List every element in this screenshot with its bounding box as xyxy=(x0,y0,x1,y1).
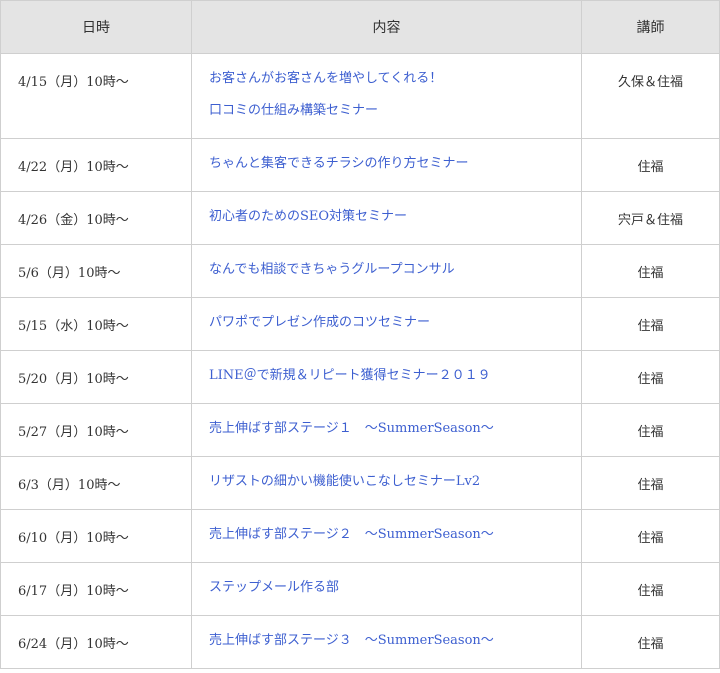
seminar-title-link[interactable]: なんでも相談できちゃうグループコンサル xyxy=(209,262,581,278)
table-row: 5/20（月）10時〜 LINE＠で新規＆リピート獲得セミナー２０１９ 住福 xyxy=(0,350,720,404)
table-row: 4/22（月）10時〜 ちゃんと集客できるチラシの作り方セミナー 住福 xyxy=(0,138,720,192)
row-lecturer: 住福 xyxy=(581,456,720,510)
row-content[interactable]: パワポでプレゼン作成のコツセミナー xyxy=(191,297,582,351)
seminar-title-link[interactable]: お客さんがお客さんを増やしてくれる！ xyxy=(209,71,581,87)
table-row: 6/3（月）10時〜 リザストの細かい機能使いこなしセミナーLv2 住福 xyxy=(0,456,720,510)
table-header-row: 日時 内容 講師 xyxy=(0,0,720,54)
header-date: 日時 xyxy=(0,0,192,54)
row-content[interactable]: LINE＠で新規＆リピート獲得セミナー２０１９ xyxy=(191,350,582,404)
row-date: 6/10（月）10時〜 xyxy=(0,509,192,563)
row-content[interactable]: ちゃんと集客できるチラシの作り方セミナー xyxy=(191,138,582,192)
row-lecturer: 住福 xyxy=(581,350,720,404)
header-lecturer: 講師 xyxy=(581,0,720,54)
row-date: 4/26（金）10時〜 xyxy=(0,191,192,245)
row-lecturer: 住福 xyxy=(581,244,720,298)
seminar-title-link[interactable]: 口コミの仕組み構築セミナー xyxy=(209,103,581,119)
row-date: 5/20（月）10時〜 xyxy=(0,350,192,404)
row-lecturer: 久保＆住福 xyxy=(581,53,720,139)
seminar-title-link[interactable]: 売上伸ばす部ステージ３ 〜SummerSeason〜 xyxy=(209,633,581,649)
table-row: 6/17（月）10時〜 ステップメール作る部 住福 xyxy=(0,562,720,616)
seminar-title-link[interactable]: パワポでプレゼン作成のコツセミナー xyxy=(209,315,581,331)
seminar-title-link[interactable]: 売上伸ばす部ステージ２ 〜SummerSeason〜 xyxy=(209,527,581,543)
seminar-title-link[interactable]: LINE＠で新規＆リピート獲得セミナー２０１９ xyxy=(209,368,581,384)
seminar-schedule-table: 日時 内容 講師 4/15（月）10時〜 お客さんがお客さんを増やしてくれる！ 口コ… xyxy=(0,0,720,669)
row-lecturer: 住福 xyxy=(581,297,720,351)
row-lecturer: 住福 xyxy=(581,138,720,192)
row-content[interactable]: リザストの細かい機能使いこなしセミナーLv2 xyxy=(191,456,582,510)
row-lecturer: 住福 xyxy=(581,562,720,616)
row-date: 4/15（月）10時〜 xyxy=(0,53,192,139)
table-row: 6/10（月）10時〜 売上伸ばす部ステージ２ 〜SummerSeason〜 住福 xyxy=(0,509,720,563)
row-lecturer: 住福 xyxy=(581,403,720,457)
row-date: 6/3（月）10時〜 xyxy=(0,456,192,510)
seminar-title-link[interactable]: ちゃんと集客できるチラシの作り方セミナー xyxy=(209,156,581,172)
row-content[interactable]: 売上伸ばす部ステージ２ 〜SummerSeason〜 xyxy=(191,509,582,563)
row-date: 4/22（月）10時〜 xyxy=(0,138,192,192)
table-row: 4/15（月）10時〜 お客さんがお客さんを増やしてくれる！ 口コミの仕組み構築セミ… xyxy=(0,53,720,139)
row-content[interactable]: 売上伸ばす部ステージ１ 〜SummerSeason〜 xyxy=(191,403,582,457)
row-content[interactable]: なんでも相談できちゃうグループコンサル xyxy=(191,244,582,298)
row-content[interactable]: お客さんがお客さんを増やしてくれる！ 口コミの仕組み構築セミナー xyxy=(191,53,582,139)
seminar-title-link[interactable]: 初心者のためのSEO対策セミナー xyxy=(209,209,581,225)
row-content[interactable]: ステップメール作る部 xyxy=(191,562,582,616)
row-lecturer: 住福 xyxy=(581,509,720,563)
row-lecturer: 住福 xyxy=(581,615,720,669)
seminar-title-link[interactable]: 売上伸ばす部ステージ１ 〜SummerSeason〜 xyxy=(209,421,581,437)
schedule-body: 4/15（月）10時〜 お客さんがお客さんを増やしてくれる！ 口コミの仕組み構築セミ… xyxy=(0,53,720,669)
row-lecturer: 宍戸＆住福 xyxy=(581,191,720,245)
row-content[interactable]: 初心者のためのSEO対策セミナー xyxy=(191,191,582,245)
table-row: 5/15（水）10時〜 パワポでプレゼン作成のコツセミナー 住福 xyxy=(0,297,720,351)
row-date: 5/15（水）10時〜 xyxy=(0,297,192,351)
row-date: 5/27（月）10時〜 xyxy=(0,403,192,457)
table-row: 5/6（月）10時〜 なんでも相談できちゃうグループコンサル 住福 xyxy=(0,244,720,298)
table-row: 6/24（月）10時〜 売上伸ばす部ステージ３ 〜SummerSeason〜 住福 xyxy=(0,615,720,669)
table-row: 4/26（金）10時〜 初心者のためのSEO対策セミナー 宍戸＆住福 xyxy=(0,191,720,245)
row-content[interactable]: 売上伸ばす部ステージ３ 〜SummerSeason〜 xyxy=(191,615,582,669)
row-date: 6/24（月）10時〜 xyxy=(0,615,192,669)
row-date: 5/6（月）10時〜 xyxy=(0,244,192,298)
table-row: 5/27（月）10時〜 売上伸ばす部ステージ１ 〜SummerSeason〜 住福 xyxy=(0,403,720,457)
seminar-title-link[interactable]: ステップメール作る部 xyxy=(209,580,581,596)
row-date: 6/17（月）10時〜 xyxy=(0,562,192,616)
header-content: 内容 xyxy=(191,0,582,54)
seminar-title-link[interactable]: リザストの細かい機能使いこなしセミナーLv2 xyxy=(209,474,581,490)
